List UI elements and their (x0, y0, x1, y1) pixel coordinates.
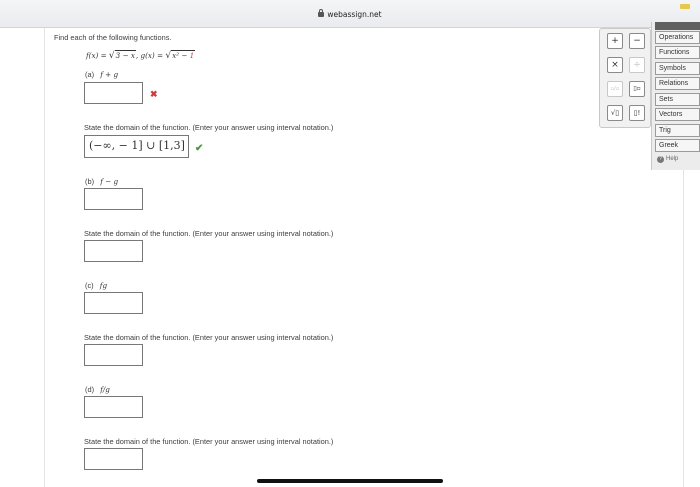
tab-trig[interactable]: Trig (655, 124, 700, 137)
correct-icon: ✔ (195, 143, 204, 154)
part-a-domain-input[interactable]: (−∞, − 1] ∪ [1,3] (84, 135, 189, 158)
part-a-function-input[interactable] (84, 82, 143, 104)
function-definitions: f(x) = √3 − x, g(x) = √x² − 1 (86, 50, 196, 61)
home-indicator (257, 479, 443, 483)
part-c-domain-input[interactable] (84, 344, 143, 366)
part-d-function-input[interactable] (84, 396, 143, 418)
plus-button[interactable]: + (607, 33, 623, 49)
tab-relations[interactable]: Relations (655, 77, 700, 90)
part-d-domain-prompt: State the domain of the function. (Enter… (84, 437, 334, 446)
part-b-function-input[interactable] (84, 188, 143, 210)
url-text: webassign.net (327, 10, 382, 19)
part-b-label: (b) f − g (85, 177, 119, 186)
help-button[interactable]: ? Help (657, 156, 678, 163)
palette-header (655, 22, 700, 30)
part-b-domain-input[interactable] (84, 240, 143, 262)
divide-button[interactable]: ÷ (629, 57, 645, 73)
times-button[interactable]: × (607, 57, 623, 73)
part-c-label: (c) fg (85, 281, 108, 290)
browser-top-bar: webassign.net (0, 0, 700, 28)
tab-greek[interactable]: Greek (655, 139, 700, 152)
part-c-domain-prompt: State the domain of the function. (Enter… (84, 333, 334, 342)
lock-icon (318, 9, 325, 17)
help-label: Help (666, 156, 679, 162)
fraction-button[interactable]: ▫/▫ (607, 81, 623, 97)
incorrect-icon: ✖ (150, 89, 158, 99)
part-c-function-input[interactable] (84, 292, 143, 314)
power-button[interactable]: ▯▫ (629, 81, 645, 97)
part-b-domain-prompt: State the domain of the function. (Enter… (84, 229, 334, 238)
sqrt-button[interactable]: √▯ (607, 105, 623, 121)
math-palette: + − × ÷ ▫/▫ ▯▫ √▯ ▯! (599, 28, 651, 128)
part-a-domain-prompt: State the domain of the function. (Enter… (84, 123, 334, 132)
factorial-button[interactable]: ▯! (629, 105, 645, 121)
tab-functions[interactable]: Functions (655, 46, 700, 59)
tab-vectors[interactable]: Vectors (655, 108, 700, 121)
battery-icon (680, 4, 690, 9)
tab-symbols[interactable]: Symbols (655, 62, 700, 75)
address-bar[interactable]: webassign.net (0, 9, 700, 19)
tab-sets[interactable]: Sets (655, 93, 700, 106)
tab-operations[interactable]: Operations (655, 31, 700, 44)
part-d-label: (d) f/g (85, 385, 110, 394)
part-d-domain-input[interactable] (84, 448, 143, 470)
help-icon: ? (657, 156, 664, 163)
instruction-text: Find each of the following functions. (54, 33, 172, 42)
part-a-label: (a) f + g (85, 70, 119, 79)
minus-button[interactable]: − (629, 33, 645, 49)
